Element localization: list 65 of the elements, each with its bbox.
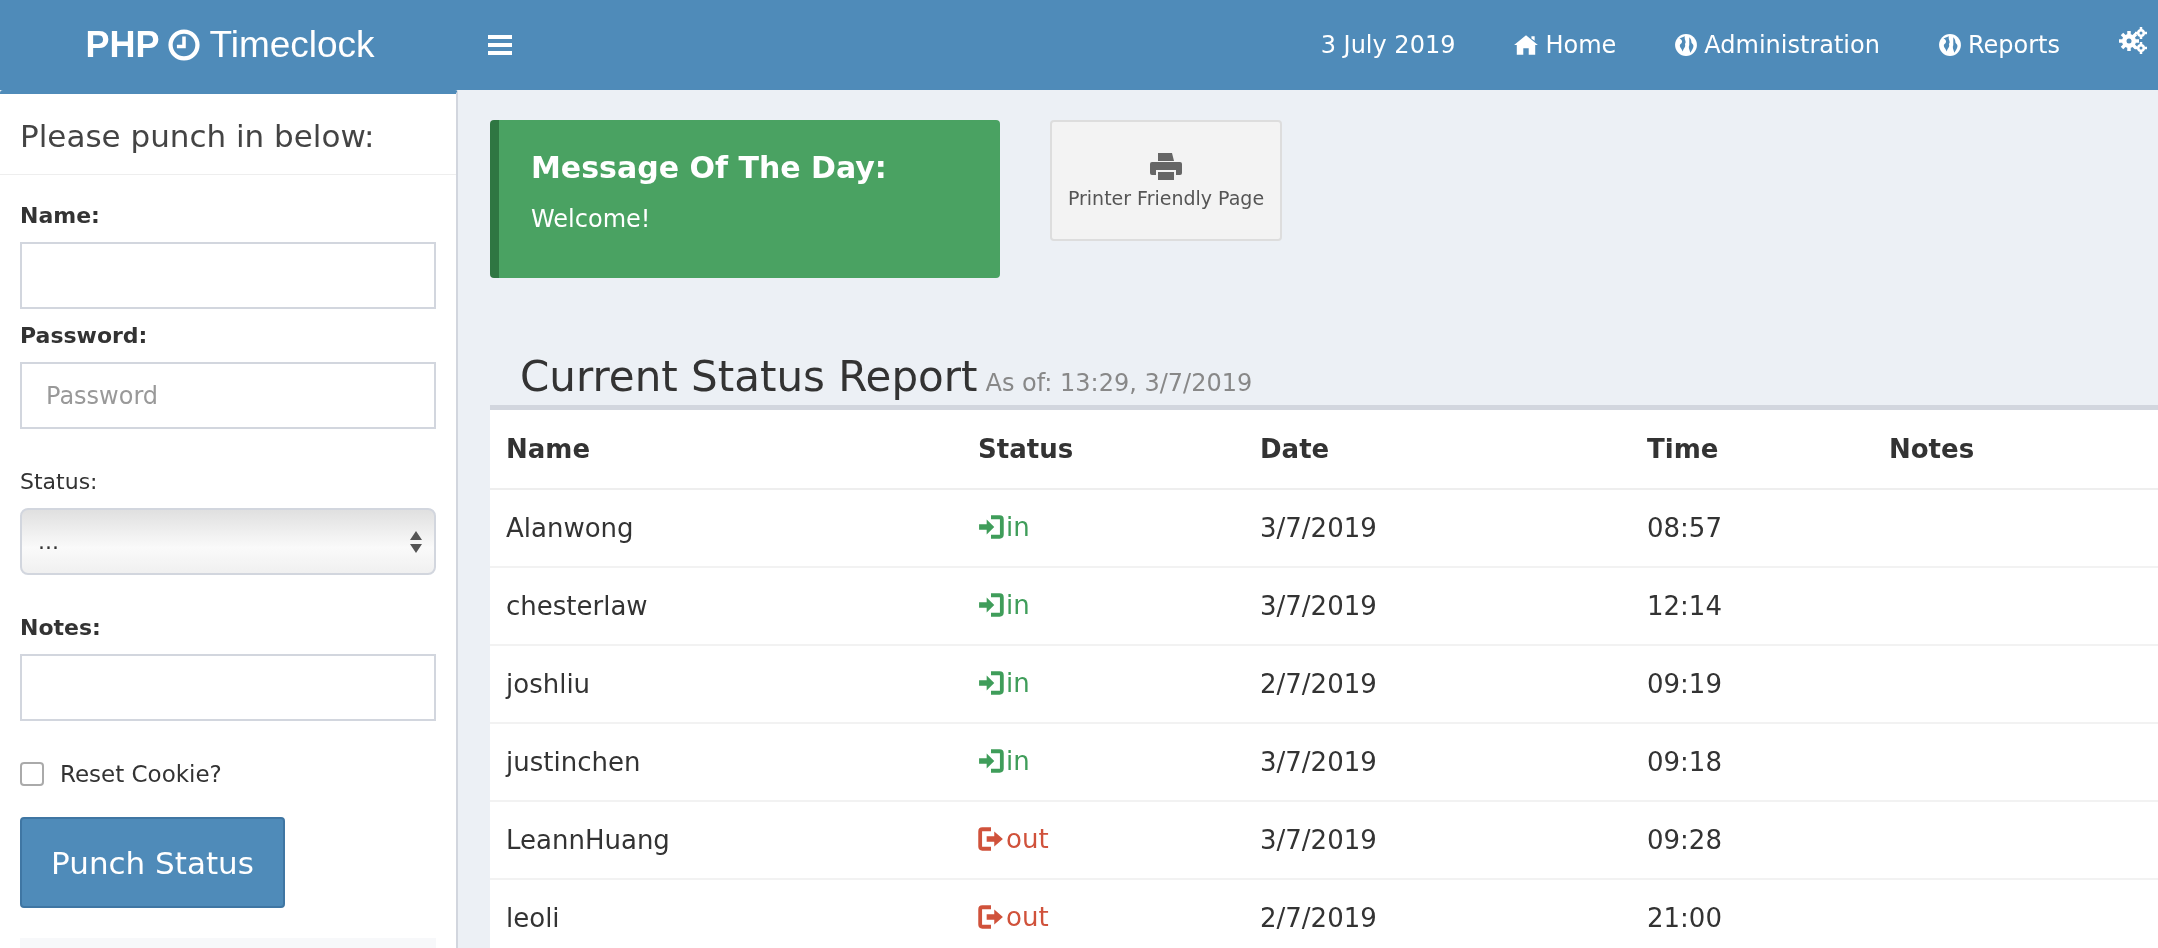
status-text: out [1006, 901, 1049, 932]
sign-in-icon [978, 748, 1004, 773]
table-cell: LeannHuang [490, 801, 962, 879]
table-cell: 21:00 [1631, 879, 1873, 948]
field-label: Status: [20, 469, 99, 494]
table-cell: 09:28 [1631, 801, 1873, 879]
date-text: 3 July 2019 [1320, 31, 1456, 59]
table-cell: 2/7/2019 [1244, 645, 1631, 723]
report-timestamp: As of: 13:29, 3/7/2019 [985, 369, 1253, 397]
table-cell: 3/7/2019 [1244, 567, 1631, 645]
column-header: Time [1631, 407, 1873, 489]
field-label: Name: [20, 203, 101, 228]
table-cell: 2/7/2019 [1244, 879, 1631, 948]
status-dropdown[interactable]: ... [20, 508, 436, 575]
sign-in-icon [978, 670, 1004, 695]
field-label: Notes: [20, 615, 102, 640]
sign-out-icon [978, 904, 1004, 929]
table-cell: 3/7/2019 [1244, 489, 1631, 567]
table-cell: 3/7/2019 [1244, 723, 1631, 801]
panel-title: Please punch in below: [0, 94, 456, 175]
table-cell: leoli [490, 879, 962, 948]
logo-text: Timeclock [209, 24, 375, 66]
status-text: in [1006, 667, 1030, 698]
table-cell: joshliu [490, 645, 962, 723]
column-header: Status [962, 407, 1244, 489]
settings-icon[interactable] [2118, 26, 2148, 54]
column-header: Date [1244, 407, 1631, 489]
printer-icon [1150, 152, 1182, 181]
column-header: Name [490, 407, 962, 489]
checkbox[interactable] [20, 762, 44, 786]
table-cell: 08:57 [1631, 489, 1873, 567]
table-cell: 09:19 [1631, 645, 1873, 723]
message-text: Welcome! [531, 205, 652, 233]
home-icon [1513, 34, 1540, 56]
nav-link[interactable]: Administration [1674, 31, 1880, 59]
clock-icon [167, 28, 202, 62]
report-title: Current Status Report [520, 352, 978, 401]
nav-link[interactable]: Reports [1937, 31, 2060, 59]
sign-out-icon [978, 826, 1004, 851]
input-field[interactable]: Password [20, 362, 436, 429]
sign-in-icon [978, 592, 1004, 617]
sign-in-icon [978, 514, 1004, 539]
table-cell: 12:14 [1631, 567, 1873, 645]
globe-icon [1674, 33, 1699, 57]
sort-arrows-icon [410, 530, 422, 553]
status-text: in [1006, 511, 1030, 542]
status-text: in [1006, 589, 1030, 620]
input-field[interactable] [20, 654, 436, 721]
logo-text: PHP [85, 24, 160, 66]
checkbox-label: Reset Cookie? [60, 761, 222, 787]
column-header: Notes [1873, 407, 2158, 489]
globe-icon [1937, 33, 1962, 57]
field-label: Password: [20, 323, 149, 348]
table-cell: 09:18 [1631, 723, 1873, 801]
input-field[interactable] [20, 242, 436, 309]
printer-friendly-button[interactable]: Printer Friendly Page [1050, 120, 1282, 241]
table-cell: 3/7/2019 [1244, 801, 1631, 879]
table-cell: justinchen [490, 723, 962, 801]
nav-link[interactable]: Home [1513, 31, 1617, 59]
status-text: out [1006, 823, 1049, 854]
table-cell: chesterlaw [490, 567, 962, 645]
message-title: Message Of The Day: [531, 150, 888, 185]
table-cell: Alanwong [490, 489, 962, 567]
punch-status-button[interactable]: Punch Status [20, 817, 285, 908]
status-text: in [1006, 745, 1030, 776]
